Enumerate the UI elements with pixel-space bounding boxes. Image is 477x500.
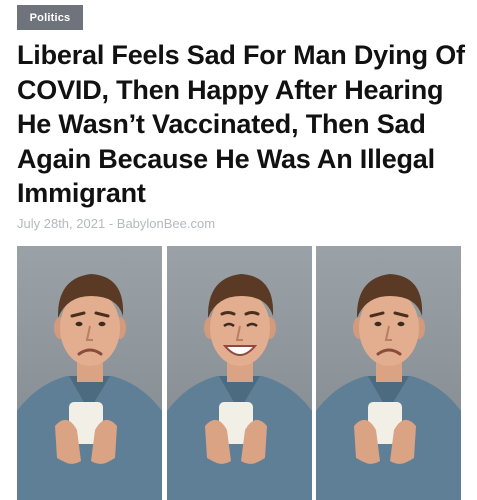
meta-separator: -	[108, 216, 114, 231]
category-badge[interactable]: Politics	[17, 5, 83, 30]
article-title[interactable]: Liberal Feels Sad For Man Dying Of COVID…	[17, 38, 469, 211]
article-source: BabylonBee.com	[116, 216, 216, 231]
photo-strip	[17, 246, 461, 500]
article-date: July 28th, 2021	[17, 216, 106, 231]
sad-man-photo-2	[316, 246, 461, 500]
sad-man-photo	[17, 246, 162, 500]
article-meta: July 28th, 2021 - BabylonBee.com	[17, 216, 215, 231]
category-label: Politics	[29, 11, 71, 24]
happy-man-photo	[167, 246, 312, 500]
